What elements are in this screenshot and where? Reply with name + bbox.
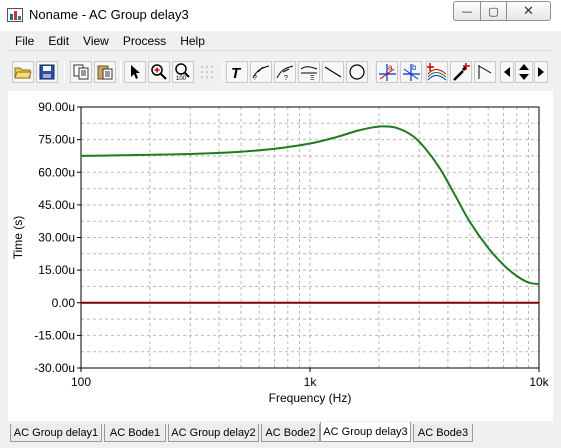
minimize-button[interactable]: — bbox=[453, 1, 481, 21]
maximize-button[interactable]: ▢ bbox=[480, 1, 507, 21]
x-axis-label: Frequency (Hz) bbox=[269, 391, 352, 405]
pick-color-icon[interactable] bbox=[450, 61, 472, 83]
curve-label-3-icon[interactable]: Ξ bbox=[298, 61, 320, 83]
line-icon[interactable] bbox=[322, 61, 344, 83]
svg-text:?: ? bbox=[253, 75, 257, 81]
y-tick-label: 90.00u bbox=[38, 100, 75, 114]
tab-ac-group-delay1[interactable]: AC Group delay1 bbox=[10, 424, 102, 442]
tab-ac-bode3[interactable]: AC Bode3 bbox=[413, 424, 473, 442]
ellipse-icon[interactable] bbox=[346, 61, 368, 83]
arrow-updown-icon[interactable] bbox=[515, 61, 533, 83]
y-tick-label: 0.00 bbox=[52, 296, 76, 310]
menu-edit[interactable]: Edit bbox=[41, 34, 76, 48]
title-bar[interactable]: Noname - AC Group delay3 — ▢ ✕ bbox=[0, 0, 561, 31]
tab-label: AC Group delay1 bbox=[13, 426, 99, 439]
y-tick-label: 75.00u bbox=[38, 133, 75, 147]
tab-label: AC Group delay2 bbox=[171, 426, 256, 439]
paste-icon[interactable] bbox=[94, 61, 116, 83]
menu-file[interactable]: File bbox=[8, 34, 41, 48]
y-tick-label: -30.00u bbox=[34, 361, 75, 375]
svg-text:T: T bbox=[231, 65, 242, 80]
angle-icon[interactable] bbox=[474, 61, 496, 83]
tab-ac-bode2[interactable]: AC Bode2 bbox=[261, 424, 320, 442]
arrow-left-icon[interactable] bbox=[500, 61, 514, 83]
tab-ac-group-delay2[interactable]: AC Group delay2 bbox=[168, 424, 259, 442]
tab-label: AC Bode3 bbox=[417, 426, 469, 439]
svg-text:a: a bbox=[388, 63, 393, 72]
menu-bar: File Edit View Process Help bbox=[8, 31, 553, 51]
svg-text:?: ? bbox=[284, 75, 288, 81]
tab-ac-group-delay3[interactable]: AC Group delay3 bbox=[320, 422, 411, 442]
close-button[interactable]: ✕ bbox=[506, 1, 551, 21]
menu-help[interactable]: Help bbox=[173, 34, 212, 48]
curve-label-2-icon[interactable]: ? bbox=[274, 61, 296, 83]
app-icon bbox=[7, 8, 23, 22]
tab-label: AC Group delay3 bbox=[323, 425, 408, 438]
svg-text:100: 100 bbox=[176, 76, 187, 81]
y-tick-label: 45.00u bbox=[38, 198, 75, 212]
open-folder-icon[interactable] bbox=[12, 61, 34, 83]
menu-view[interactable]: View bbox=[76, 34, 116, 48]
text-icon[interactable]: T bbox=[226, 61, 248, 83]
window-title: Noname - AC Group delay3 bbox=[29, 7, 189, 22]
y-axis-label: Time (s) bbox=[11, 216, 25, 260]
maximize-icon: ▢ bbox=[488, 4, 499, 18]
grid-icon[interactable] bbox=[196, 61, 218, 83]
plot-area[interactable]: 90.00u 75.00u 60.00u 45.00u 30.00u 15.00u 0.00… bbox=[8, 91, 553, 421]
zoom-in-icon[interactable] bbox=[148, 61, 170, 83]
application-window: Noname - AC Group delay3 — ▢ ✕ File Edit… bbox=[0, 0, 561, 448]
tab-label: AC Bode1 bbox=[109, 426, 161, 439]
tab-ac-bode1[interactable]: AC Bode1 bbox=[104, 424, 166, 442]
copy-icon[interactable] bbox=[70, 61, 92, 83]
tab-label: AC Bode2 bbox=[265, 426, 316, 439]
group-delay-chart[interactable]: 90.00u 75.00u 60.00u 45.00u 30.00u 15.00u 0.00… bbox=[8, 91, 553, 421]
menu-process[interactable]: Process bbox=[116, 34, 173, 48]
y-tick-label: -15.00u bbox=[34, 328, 75, 342]
save-icon[interactable] bbox=[36, 61, 58, 83]
x-tick-label: 10k bbox=[529, 375, 549, 389]
cursor-b-icon[interactable]: b bbox=[400, 61, 422, 83]
y-tick-label: 30.00u bbox=[38, 231, 75, 245]
x-tick-label: 1k bbox=[304, 375, 318, 389]
cursor-a-icon[interactable]: a bbox=[376, 61, 398, 83]
pointer-icon[interactable] bbox=[124, 61, 146, 83]
y-tick-label: 15.00u bbox=[38, 263, 75, 277]
toolbar: 100 T ? ? Ξ a b bbox=[8, 55, 553, 90]
arrow-right-icon[interactable] bbox=[534, 61, 548, 83]
curve-label-icon[interactable]: ? bbox=[250, 61, 272, 83]
close-icon: ✕ bbox=[523, 3, 534, 19]
tab-bar: AC Group delay1 AC Bode1 AC Group delay2… bbox=[8, 422, 553, 444]
y-tick-label: 60.00u bbox=[38, 165, 75, 179]
x-tick-label: 100 bbox=[71, 375, 91, 389]
add-trace-icon[interactable] bbox=[426, 61, 448, 83]
zoom-100-icon[interactable]: 100 bbox=[172, 61, 194, 83]
svg-text:Ξ: Ξ bbox=[310, 75, 315, 81]
minimize-icon: — bbox=[461, 4, 473, 18]
svg-text:b: b bbox=[412, 63, 417, 72]
